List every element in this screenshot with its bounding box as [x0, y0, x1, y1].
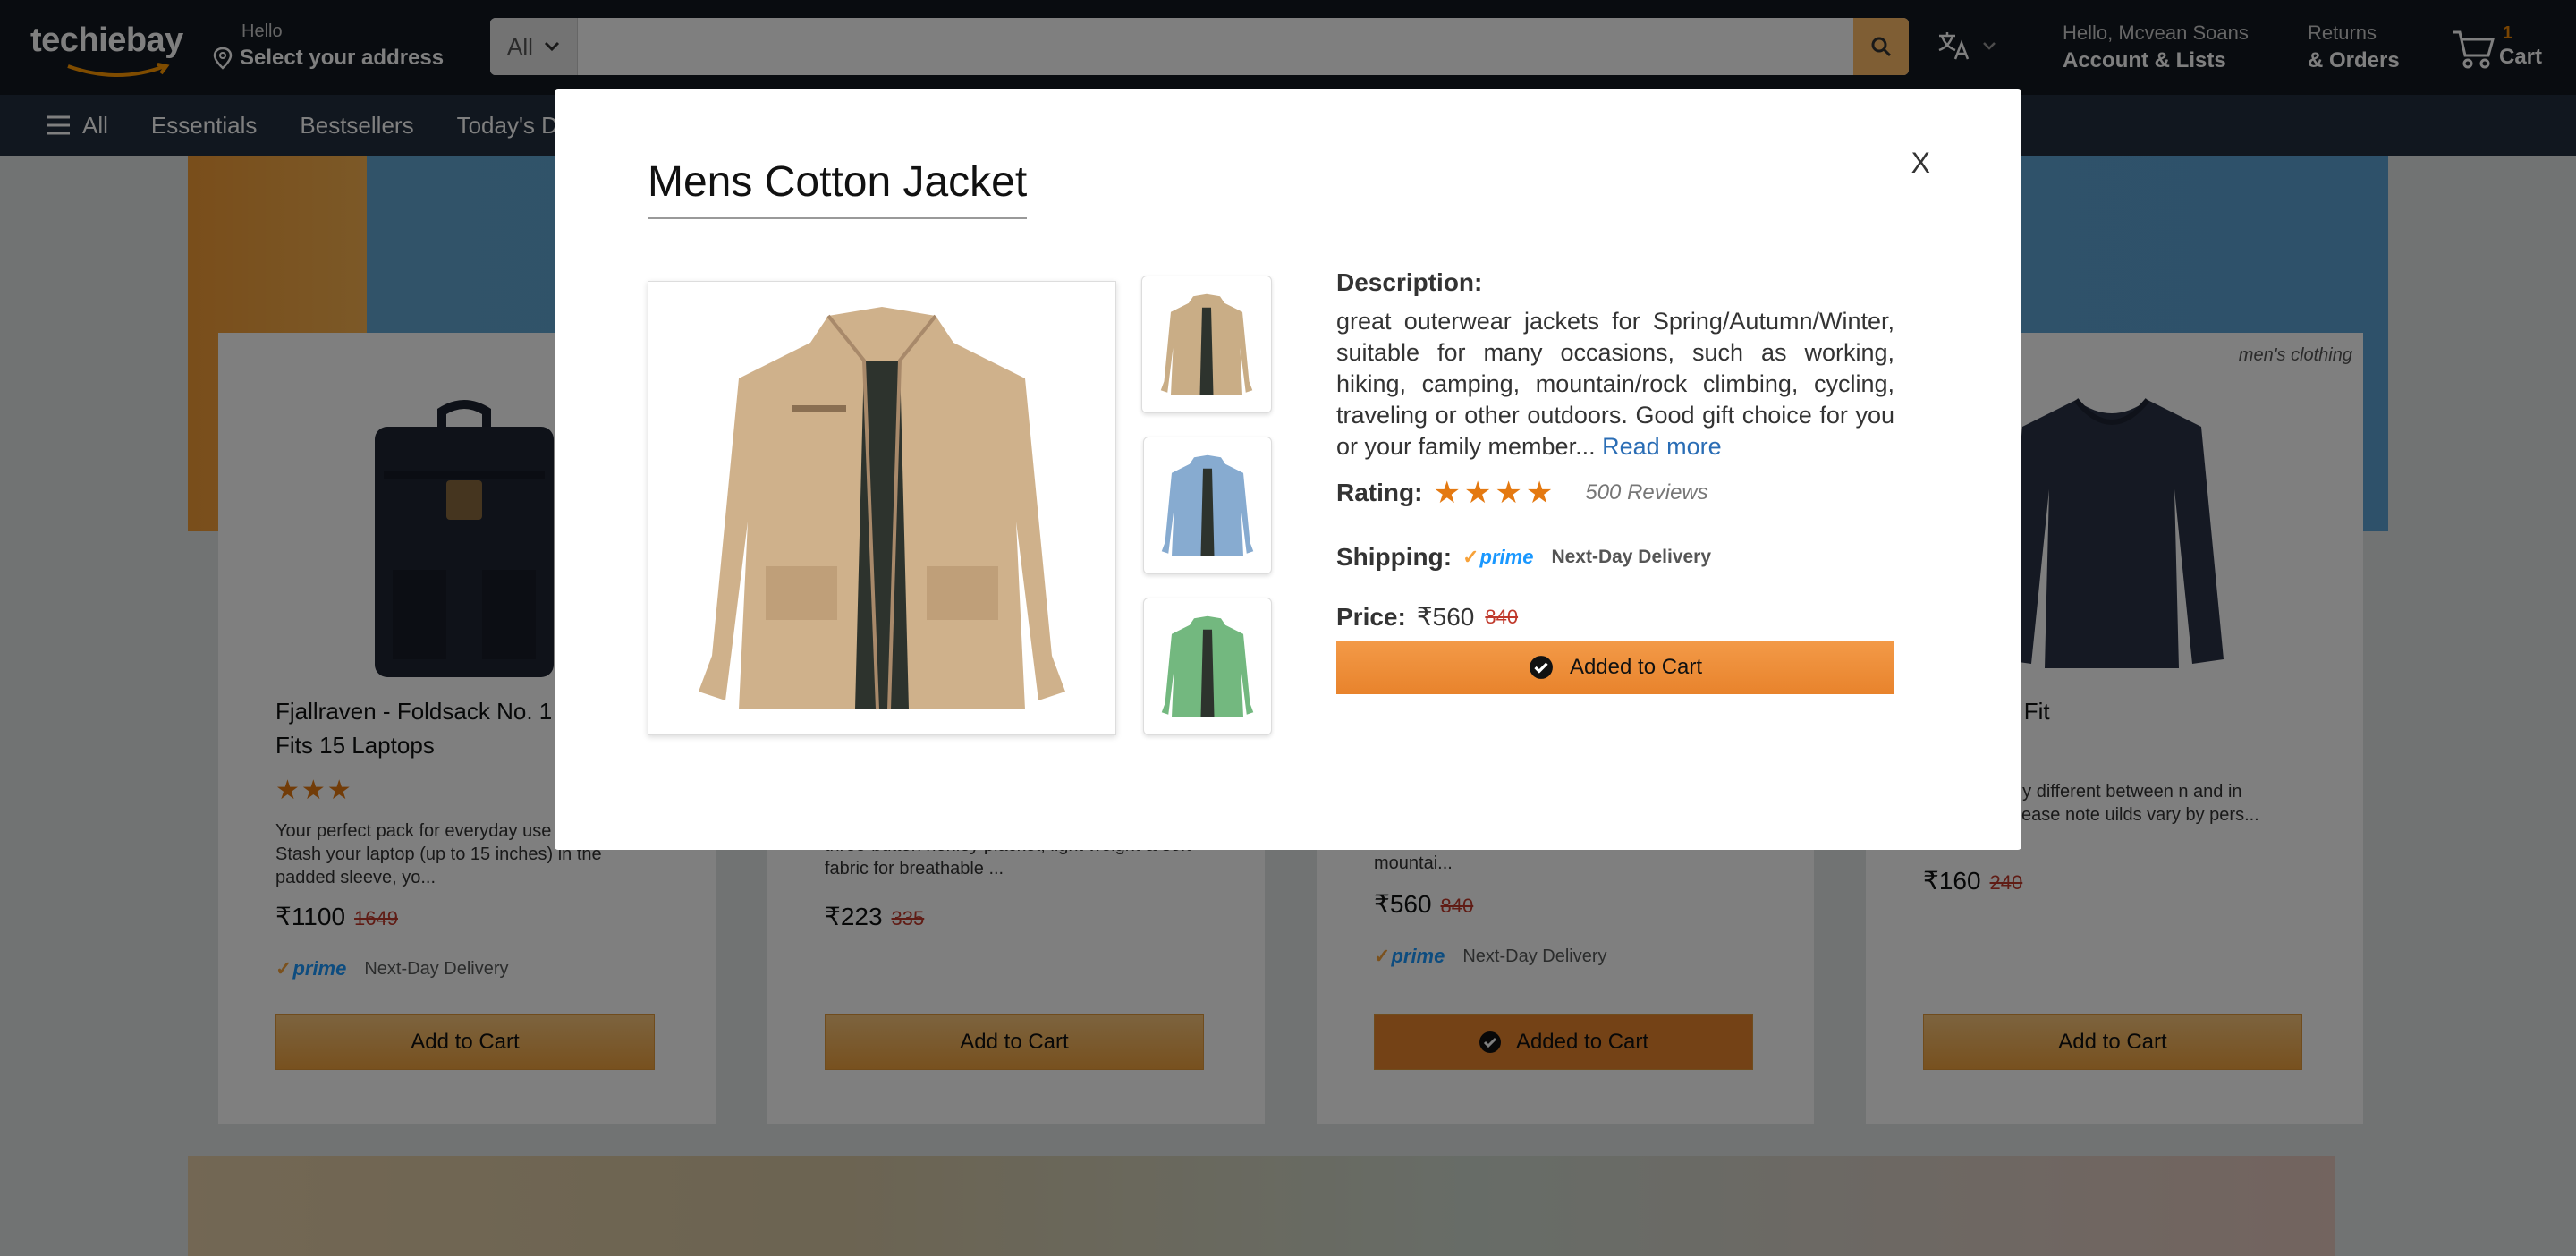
- rating-stars: ★★★★: [1433, 476, 1557, 510]
- shipping-label: Shipping:: [1336, 543, 1453, 571]
- jacket-thumbnail-image: [1160, 293, 1253, 395]
- product-quick-view-modal: X Mens Cotton Jacket Description: great …: [555, 89, 2021, 850]
- description-text: great outerwear jackets for Spring/Autum…: [1336, 306, 1894, 463]
- product-details: Description: great outerwear jackets for…: [1336, 268, 1894, 694]
- prime-label: prime: [1479, 546, 1534, 568]
- modal-title: Mens Cotton Jacket: [648, 157, 1028, 219]
- price-original: 840: [1485, 605, 1519, 628]
- prime-check-icon: ✓: [1462, 546, 1479, 568]
- close-button[interactable]: X: [1911, 147, 1930, 180]
- rating-label: Rating:: [1336, 479, 1423, 506]
- price-row: Price: ₹560 840: [1336, 602, 1894, 632]
- thumbnail-khaki[interactable]: [1141, 276, 1272, 413]
- jacket-thumbnail-image: [1161, 615, 1254, 717]
- rating-row: Rating: ★★★★ 500 Reviews: [1336, 475, 1894, 511]
- prime-logo: ✓prime: [1462, 546, 1533, 569]
- reviews-count[interactable]: 500 Reviews: [1585, 480, 1707, 505]
- main-product-image[interactable]: [648, 281, 1116, 735]
- jacket-image: [699, 307, 1065, 710]
- delivery-label: Next-Day Delivery: [1551, 547, 1712, 567]
- price-label: Price:: [1336, 602, 1406, 631]
- description-label: Description:: [1336, 268, 1483, 296]
- button-label: Added to Cart: [1569, 655, 1703, 679]
- read-more-link[interactable]: Read more: [1602, 433, 1722, 460]
- check-circle-icon: [1530, 656, 1553, 679]
- jacket-thumbnail-image: [1161, 454, 1254, 556]
- thumbnail-blue[interactable]: [1143, 437, 1272, 574]
- thumbnail-green[interactable]: [1143, 598, 1272, 735]
- price-current: ₹560: [1416, 603, 1475, 631]
- added-to-cart-button[interactable]: Added to Cart: [1336, 641, 1894, 694]
- shipping-row: Shipping: ✓ prime Next-Day Delivery: [1336, 543, 1894, 572]
